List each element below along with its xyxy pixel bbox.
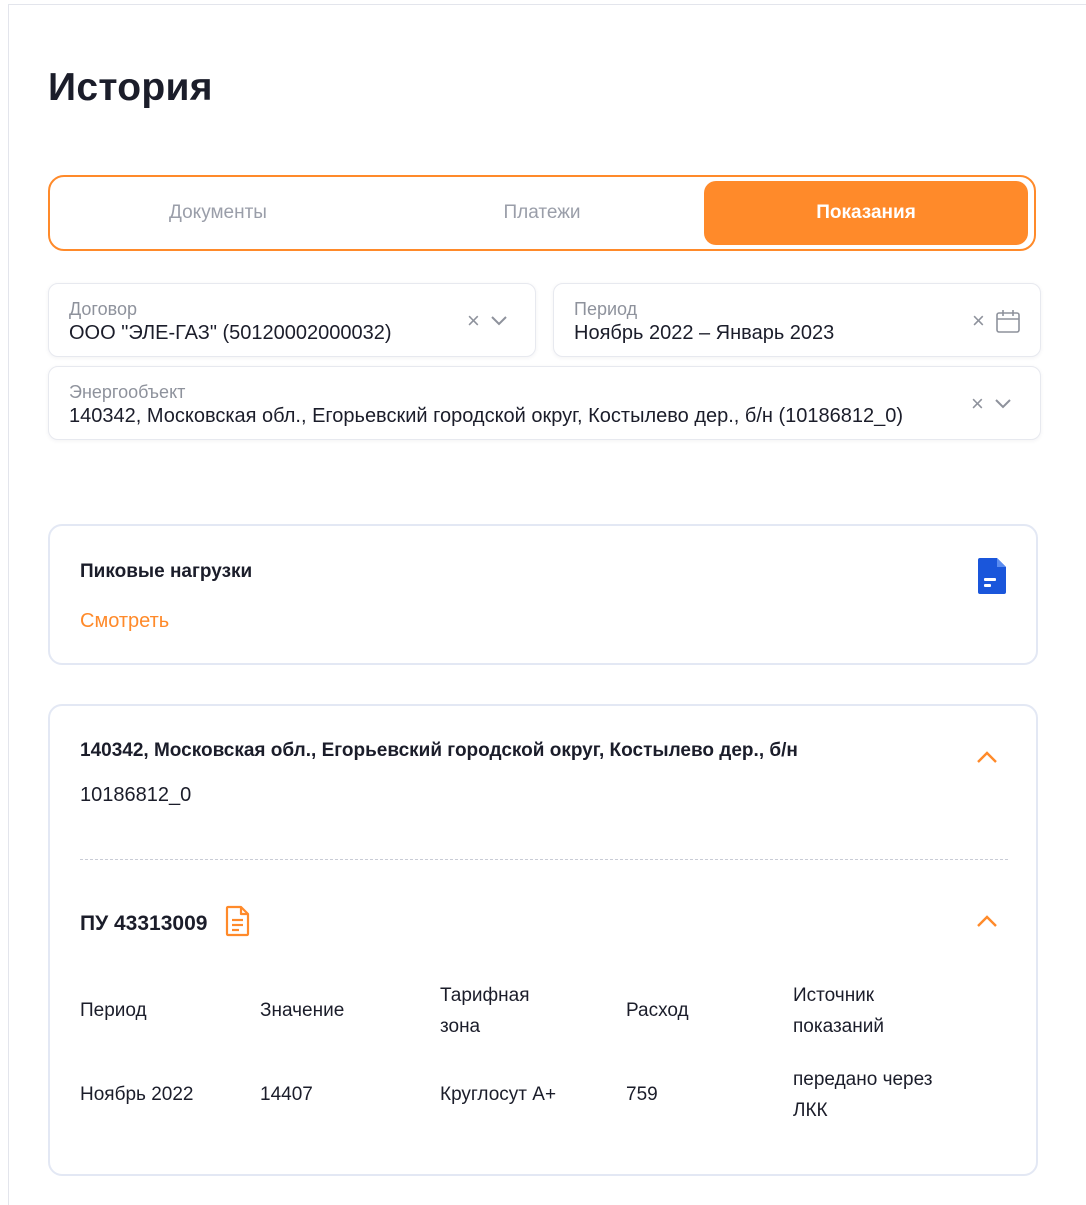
clear-icon[interactable]: × — [971, 393, 984, 415]
tab-payments[interactable]: Платежи — [380, 181, 704, 245]
object-address: 140342, Московская обл., Егорьевский гор… — [80, 740, 798, 761]
document-icon[interactable] — [225, 905, 251, 943]
tab-bar: Документы Платежи Показания — [48, 175, 1036, 251]
contract-label: Договор — [69, 299, 137, 319]
calendar-icon[interactable] — [995, 308, 1021, 334]
energy-object-value: 140342, Московская обл., Егорьевский гор… — [69, 405, 904, 427]
view-peak-loads-link[interactable]: Смотреть — [80, 610, 169, 633]
cell-tariff-zone: Круглосут А+ — [440, 1084, 557, 1105]
cell-source: передано через ЛКК — [793, 1069, 933, 1121]
tab-readings[interactable]: Показания — [704, 181, 1028, 245]
object-code: 10186812_0 — [80, 784, 192, 806]
cell-period: Ноябрь 2022 — [80, 1084, 194, 1105]
col-header-period: Период — [80, 1000, 147, 1021]
meter-header: ПУ 43313009 — [80, 905, 251, 943]
chevron-up-icon[interactable] — [976, 750, 998, 769]
document-icon[interactable] — [976, 556, 1008, 601]
col-header-value: Значение — [260, 1000, 345, 1021]
clear-icon[interactable]: × — [467, 310, 480, 332]
clear-icon[interactable]: × — [972, 310, 985, 332]
col-header-tariff-zone: Тарифная зона — [440, 985, 530, 1037]
chevron-down-icon[interactable] — [994, 398, 1012, 410]
chevron-down-icon[interactable] — [490, 315, 508, 327]
period-value: Ноябрь 2022 – Январь 2023 — [574, 322, 835, 344]
col-header-consumption: Расход — [626, 1000, 689, 1021]
period-picker[interactable]: Период Ноябрь 2022 – Январь 2023 × — [553, 283, 1041, 357]
peak-loads-title: Пиковые нагрузки — [80, 561, 253, 582]
page-title: История — [48, 66, 213, 109]
cell-value: 14407 — [260, 1084, 313, 1105]
divider — [80, 859, 1008, 860]
period-label: Период — [574, 299, 638, 319]
cell-consumption: 759 — [626, 1084, 658, 1105]
meter-title: ПУ 43313009 — [80, 912, 208, 935]
tab-documents[interactable]: Документы — [56, 181, 380, 245]
contract-value: ООО "ЭЛЕ-ГАЗ" (50120002000032) — [69, 322, 392, 344]
peak-loads-card: Пиковые нагрузки Смотреть — [48, 524, 1038, 665]
col-header-source: Источник показаний — [793, 985, 884, 1037]
energy-object-label: Энергообъект — [69, 382, 186, 402]
energy-object-select[interactable]: Энергообъект 140342, Московская обл., Ег… — [48, 366, 1041, 440]
contract-select[interactable]: Договор ООО "ЭЛЕ-ГАЗ" (50120002000032) × — [48, 283, 536, 357]
energy-object-card: 140342, Московская обл., Егорьевский гор… — [48, 704, 1038, 1176]
chevron-up-icon[interactable] — [976, 914, 998, 933]
